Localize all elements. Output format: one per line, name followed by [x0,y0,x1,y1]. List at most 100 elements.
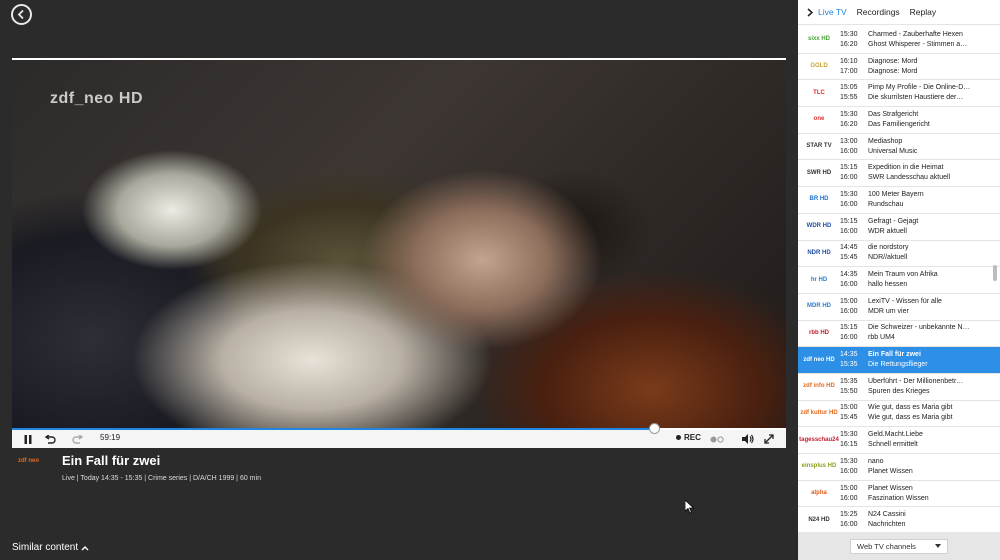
current-program: nano [868,457,884,465]
channel-row[interactable]: N24 HD 15:25 16:00 N24 Cassini Nachrichten [798,507,1000,535]
channel-logo-icon: sixx HD [798,35,840,44]
channel-row[interactable]: zdf neo HD 14:35 15:35 Ein Fall für zwei Die… [798,347,1000,374]
channel-logo-text: GOLD [810,63,828,70]
current-program: Überführt - Der Millionenbetr… [868,377,964,385]
current-program: Expedition in die Heimat [868,164,944,172]
program-start-time: 15:15 [840,324,858,332]
next-program: Die Rettungsflieger [868,361,928,369]
next-program: Universal Music [868,147,918,155]
current-program: Mediashop [868,137,903,145]
program-titles: Die Schweizer - unbekannte N… rbb UM4 [868,323,990,343]
forward-button[interactable] [71,432,85,446]
similar-content-label: Similar content [12,542,79,553]
channel-group-select[interactable]: Web TV channels [850,538,948,554]
program-times: 15:30 16:20 [840,110,868,130]
program-start-time: 15:30 [840,190,858,198]
next-program: Rundschau [868,200,904,208]
current-program: Gefragt - Gejagt [868,217,919,225]
channel-row[interactable]: rbb HD 15:15 16:00 Die Schweizer - unbekann… [798,321,1000,348]
tab-recordings[interactable]: Recordings [857,7,900,17]
next-program-time: 16:00 [840,227,858,235]
rewind-button[interactable] [43,432,57,446]
program-start-time: 15:30 [840,30,858,38]
next-program: Diagnose: Mord [868,67,918,75]
channel-logo-text: zdf kultur HD [800,409,838,416]
next-program-time: 16:00 [840,467,858,475]
channel-row[interactable]: tagesschau24 15:30 16:15 Geld.Macht.Liebe Sc… [798,427,1000,454]
tab-replay[interactable]: Replay [910,7,936,17]
channel-row[interactable]: zdf kultur HD 15:00 15:45 Wie gut, dass es … [798,401,1000,428]
redo-icon [72,434,84,444]
program-titles: Diagnose: Mord Diagnose: Mord [868,57,990,77]
channel-logo-icon: einsplus HD [798,462,840,471]
next-program: Schnell ermittelt [868,441,918,449]
fullscreen-button[interactable] [762,432,776,446]
tab-live-tv[interactable]: Live TV [818,7,847,17]
next-program-time: 16:00 [840,334,858,342]
channel-row[interactable]: BR HD 15:30 16:00 100 Meter Bayern Rundschau [798,187,1000,214]
pause-button[interactable] [22,432,34,446]
channel-logo-text: SWR HD [806,169,832,176]
collapse-sidebar-button[interactable] [802,7,818,17]
volume-button[interactable] [741,432,755,446]
next-program: Das Familiengericht [868,120,930,128]
channel-logo-icon: one [798,115,840,124]
record-button[interactable]: REC [676,433,701,442]
current-program: Mein Traum von Afrika [868,271,938,279]
program-titles: Wie gut, dass es Maria gibt Wie gut, dass… [868,403,990,423]
channel-logo-icon: NDR HD [798,249,840,258]
mouse-cursor-icon [685,500,695,514]
channel-list-scrollbar[interactable] [993,265,997,281]
program-times: 14:45 15:45 [840,243,868,263]
channel-logo-text: rbb HD [809,329,829,336]
next-program-time: 16:20 [840,40,858,48]
channel-row[interactable]: one 15:30 16:20 Das Strafgericht Das Familie… [798,107,1000,134]
next-program-time: 15:50 [840,387,858,395]
current-program: Das Strafgericht [868,110,919,118]
channel-row[interactable]: WDR HD 15:15 16:00 Gefragt - Gejagt WDR aktu… [798,214,1000,241]
next-program-time: 16:15 [840,441,858,449]
channel-row[interactable]: GOLD 16:10 17:00 Diagnose: Mord Diagnose: Mo… [798,54,1000,81]
channel-logo-text: BR HD [809,196,829,203]
channel-row[interactable]: zdf info HD 15:35 15:50 Überführt - Der Mil… [798,374,1000,401]
next-program-time: 16:00 [840,281,858,289]
channel-row[interactable]: einsplus HD 15:30 16:00 nano Planet Wissen [798,454,1000,481]
next-program: WDR aktuell [868,227,907,235]
program-times: 15:00 16:00 [840,297,868,317]
progress-bar[interactable] [12,423,786,434]
channel-row[interactable]: sixx HD 15:30 16:20 Charmed - Zauberhafte H… [798,27,1000,54]
toggle-switch[interactable] [709,432,725,446]
channel-logo-icon: zdf neo HD [798,356,840,365]
channel-row[interactable]: TLC 15:05 15:55 Pimp My Profile - Die Onlin… [798,80,1000,108]
program-times: 14:35 16:00 [840,270,868,290]
program-times: 15:30 16:20 [840,30,868,50]
channel-logo-text: TLC [813,89,825,96]
channel-logo-text: tagesschau24 [799,436,839,443]
current-time: 59:19 [100,433,121,442]
next-program-time: 16:00 [840,174,858,182]
channel-row[interactable]: alpha 15:00 16:00 Planet Wissen Faszination … [798,481,1000,508]
program-start-time: 13:00 [840,137,858,145]
program-times: 15:00 15:45 [840,403,868,423]
program-title: Ein Fall für zwei [62,453,161,468]
channel-logo-icon: hr HD [798,276,840,285]
program-start-time: 15:30 [840,431,858,439]
chevron-up-icon [81,545,89,550]
channel-logo-icon: zdf info HD [798,382,840,391]
current-program: 100 Meter Bayern [868,190,924,198]
channel-row[interactable]: hr HD 14:35 16:00 Mein Traum von Afrika hall… [798,267,1000,294]
progress-fill [12,428,655,430]
similar-content-toggle[interactable]: Similar content [12,542,89,553]
progress-handle[interactable] [649,423,661,434]
back-button[interactable] [11,4,32,25]
channel-logo-icon: TLC [798,89,840,98]
caret-down-icon [935,544,941,548]
channel-row[interactable]: SWR HD 15:15 16:00 Expedition in die Heimat… [798,160,1000,188]
channel-row[interactable]: NDR HD 14:45 15:45 die nordstory NDR//aktuel… [798,241,1000,268]
channel-row[interactable]: STAR TV 13:00 16:00 Mediashop Universal Musi… [798,134,1000,161]
channel-logo-text: NDR HD [807,249,831,256]
channel-row[interactable]: MDR HD 15:00 16:00 LexiTV - Wissen für alle… [798,294,1000,321]
video-player[interactable]: zdf_neo HD [12,58,786,430]
channel-logo-icon: GOLD [798,62,840,71]
next-program-time: 16:00 [840,494,858,502]
